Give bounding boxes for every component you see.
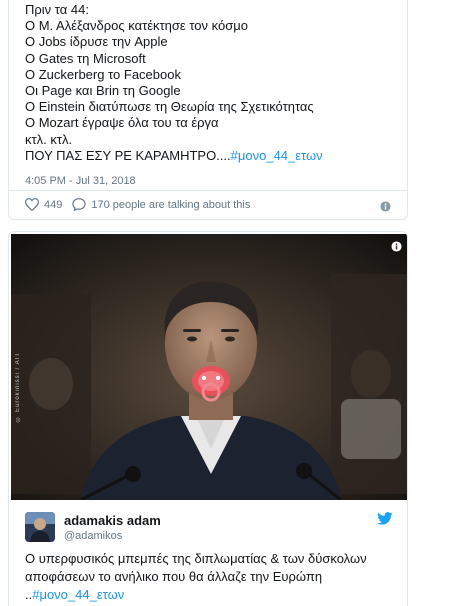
tweet-line: κτλ. κτλ.: [25, 131, 73, 147]
tweet-line: Ο Mozart έγραψε όλα του τα έργα: [25, 115, 219, 131]
tweet-1-text: Πριν τα 44: Ο Μ. Αλέξανδρος κατέκτησε το…: [25, 2, 323, 164]
talking-count-text: 170 people are talking about this: [91, 198, 251, 211]
photo-credit: © Eurokinissi / AIT: [15, 352, 21, 422]
hashtag-link[interactable]: #μονο_44_ετων: [32, 587, 124, 602]
tweet-line: Ο Μ. Αλέξανδρος κατέκτησε τον κόσμο: [25, 18, 248, 34]
tweet-card-2: © Eurokinissi / AIT adamakis adam @adami…: [8, 231, 408, 606]
reply-talking-button[interactable]: 170 people are talking about this: [72, 198, 250, 211]
photo-illustration: [11, 234, 407, 500]
author-handle[interactable]: @adamikos: [64, 530, 161, 542]
tweet-2-text: Ο υπερφυσικός μπεμπές της διπλωματίας & …: [25, 550, 405, 604]
like-button[interactable]: 449: [25, 198, 62, 211]
tweet-last-line: ΠΟΥ ΠΑΣ ΕΣΥ ΡΕ ΚΑΡΑΜΗΤΡΟ....#μονο_44_ετω…: [25, 148, 323, 164]
tweet-text-line: Ο υπερφυσικός μπεμπές της διπλωματίας & …: [25, 551, 367, 566]
tweet-line: Πριν τα 44:: [25, 2, 89, 17]
info-icon: [391, 241, 402, 252]
tweet-line: Ο Jobs ίδρυσε την Apple: [25, 34, 168, 50]
tweet-photo[interactable]: © Eurokinissi / AIT: [11, 234, 407, 500]
tweet-text-line: ..#μονο_44_ετων: [25, 586, 405, 604]
tweet-author[interactable]: adamakis adam @adamikos: [25, 512, 161, 542]
info-button[interactable]: [380, 199, 391, 217]
heart-icon: [25, 198, 39, 211]
tweet-text-line: αποφάσεων το ανήλικο που θα άλλαζε την Ε…: [25, 569, 323, 584]
tweet-card-1: Πριν τα 44: Ο Μ. Αλέξανδρος κατέκτησε το…: [8, 0, 408, 220]
author-name[interactable]: adamakis adam: [64, 513, 161, 528]
hashtag-link[interactable]: #μονο_44_ετων: [231, 148, 323, 163]
avatar[interactable]: [25, 512, 55, 542]
tweet-actions: 449 170 people are talking about this: [25, 198, 260, 211]
speech-bubble-icon: [72, 198, 87, 211]
tweet-line: Ο Einstein διατύπωσε τη Θεωρία της Σχετι…: [25, 99, 314, 115]
tweet-line: Ο Zuckerberg το Facebook: [25, 66, 181, 82]
tweet-line: Οι Page και Brin τη Google: [25, 83, 181, 99]
avatar-image: [25, 512, 55, 542]
twitter-logo-button[interactable]: [377, 512, 393, 530]
tweet-line: Ο Gates τη Microsoft: [25, 50, 146, 66]
tweet-last-text: ΠΟΥ ΠΑΣ ΕΣΥ ΡΕ ΚΑΡΑΜΗΤΡΟ....: [25, 147, 231, 163]
info-icon: [380, 201, 391, 212]
photo-info-button[interactable]: [391, 239, 402, 257]
like-count: 449: [44, 198, 63, 211]
twitter-bird-icon: [377, 512, 393, 525]
divider: [9, 190, 407, 191]
tweet-timestamp[interactable]: 4:05 PM - Jul 31, 2018: [25, 175, 136, 187]
